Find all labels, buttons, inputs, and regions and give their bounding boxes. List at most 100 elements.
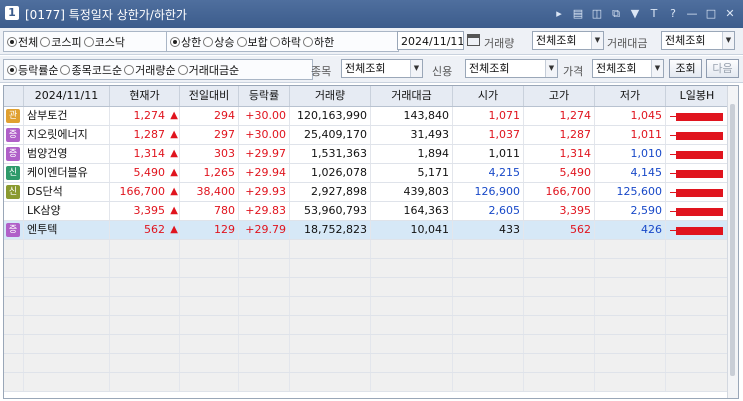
header-volume[interactable]: 거래량 [290, 86, 371, 106]
header-date[interactable]: 2024/11/11 [24, 86, 110, 106]
cell-change [180, 335, 239, 353]
radio-dot-icon [7, 36, 17, 47]
chevron-down-icon[interactable]: ▼ [651, 60, 663, 77]
amount-select[interactable]: 전체조회 ▼ [661, 31, 735, 50]
header-rate[interactable]: 등락률 [239, 86, 290, 106]
limit-radio-rise[interactable]: 상승 [203, 34, 235, 50]
help-icon[interactable]: ? [666, 7, 680, 21]
date-input[interactable]: 2024/11/11 [397, 31, 464, 50]
cell-high [524, 259, 595, 277]
header-open[interactable]: 시가 [453, 86, 524, 106]
sort-radio-amount[interactable]: 거래대금순 [177, 62, 239, 78]
search-button[interactable]: 조회 [669, 59, 702, 78]
chevron-down-icon[interactable]: ▼ [591, 32, 603, 49]
header-price[interactable]: 현재가 [110, 86, 180, 106]
price-value: 3,395 [133, 204, 166, 217]
next-button[interactable]: 다음 [706, 59, 739, 78]
table-row-empty[interactable] [4, 278, 729, 297]
market-radio-all[interactable]: 전체 [7, 34, 38, 50]
cell-bar [666, 164, 729, 182]
up-arrow-icon: ▲ [170, 110, 178, 121]
cell-low [595, 278, 666, 296]
table-row[interactable]: 신 케이엔더블유 5,490 ▲ 1,265 +29.94 1,026,078 5,171 4,… [4, 164, 729, 183]
sort-radio-rate[interactable]: 등락률순 [7, 62, 58, 78]
cell-rate [239, 278, 290, 296]
header-daybar[interactable]: L일봉H [666, 86, 729, 106]
table-row-empty[interactable] [4, 335, 729, 354]
header-change[interactable]: 전일대비 [180, 86, 239, 106]
cell-price [110, 373, 180, 391]
close-icon[interactable]: ✕ [723, 7, 737, 21]
cell-open [453, 297, 524, 315]
table-row-empty[interactable] [4, 297, 729, 316]
daybar-candle [676, 208, 723, 216]
table-row-empty[interactable] [4, 259, 729, 278]
vertical-scrollbar[interactable] [727, 86, 738, 398]
volume-value: 1,026,078 [311, 166, 367, 179]
limit-radio-lower[interactable]: 하한 [303, 34, 334, 50]
volume-value: 53,960,793 [304, 204, 367, 217]
cell-open [453, 354, 524, 372]
cell-name [24, 297, 110, 315]
pin-icon[interactable]: ▼ [628, 7, 642, 21]
chevron-down-icon[interactable]: ▼ [410, 60, 422, 77]
cell-change: 294 [180, 107, 239, 125]
header-amount[interactable]: 거래대금 [371, 86, 453, 106]
link-icon[interactable]: ⧉ [609, 7, 623, 21]
cell-change [180, 354, 239, 372]
volume-select[interactable]: 전체조회 ▼ [532, 31, 604, 50]
credit-select[interactable]: 전체조회 ▼ [465, 59, 558, 78]
amount-label: 거래대금 [607, 37, 648, 50]
table-row[interactable]: LK삼양 3,395 ▲ 780 +29.83 53,960,793 164,363 2,60… [4, 202, 729, 221]
market-radio-kospi[interactable]: 코스피 [40, 34, 82, 50]
table-row[interactable]: 관 삼부토건 1,274 ▲ 294 +30.00 120,163,990 143,840 1,… [4, 107, 729, 126]
expand-icon[interactable]: ▸ [552, 7, 566, 21]
scrollbar-thumb[interactable] [730, 104, 735, 376]
price-select[interactable]: 전체조회 ▼ [592, 59, 664, 78]
radio-dot-icon [60, 64, 71, 75]
up-arrow-icon: ▲ [170, 129, 178, 140]
limit-radio-upper[interactable]: 상한 [170, 34, 201, 50]
cell-change [180, 373, 239, 391]
table-row-empty[interactable] [4, 316, 729, 335]
cell-change: 297 [180, 126, 239, 144]
maximize-icon[interactable]: □ [704, 7, 718, 21]
table-row[interactable]: 증 범양건영 1,314 ▲ 303 +29.97 1,531,363 1,894 1,011 1… [4, 145, 729, 164]
table-row-empty[interactable] [4, 373, 729, 392]
window-title: [0177] 특정일자 상한가/하한가 [25, 8, 187, 22]
table-row[interactable]: 증 엔투텍 562 ▲ 129 +29.79 18,752,823 10,041 433 562 4… [4, 221, 729, 240]
high-value: 1,274 [559, 109, 592, 122]
header-high[interactable]: 고가 [524, 86, 595, 106]
minimize-icon[interactable]: — [685, 7, 699, 21]
cell-amount [371, 354, 453, 372]
cell-name [24, 240, 110, 258]
table-row-empty[interactable] [4, 354, 729, 373]
table-row[interactable]: 증 지오릿에너지 1,287 ▲ 297 +30.00 25,409,170 31,493 1,… [4, 126, 729, 145]
cell-rate: +29.79 [239, 221, 290, 239]
font-icon[interactable]: T [647, 7, 661, 21]
header-low[interactable]: 저가 [595, 86, 666, 106]
cell-open: 1,037 [453, 126, 524, 144]
high-value: 166,700 [545, 185, 592, 198]
cell-bar [666, 240, 729, 258]
item-select[interactable]: 전체조회 ▼ [341, 59, 423, 78]
cell-volume: 25,409,170 [290, 126, 371, 144]
limit-radio-flat[interactable]: 보합 [236, 34, 268, 50]
window-number-badge[interactable]: 1 [5, 6, 19, 20]
table-row-empty[interactable] [4, 240, 729, 259]
limit-radio-fall[interactable]: 하락 [269, 34, 301, 50]
sort-radio-volume[interactable]: 거래량순 [124, 62, 176, 78]
change-value: 38,400 [196, 185, 236, 198]
split-icon[interactable]: ◫ [590, 7, 604, 21]
cell-low [595, 335, 666, 353]
screen-icon[interactable]: ▤ [571, 7, 585, 21]
sort-radio-code[interactable]: 종목코드순 [60, 62, 122, 78]
table-row[interactable]: 신 DS단석 166,700 ▲ 38,400 +29.93 2,927,898 439,80… [4, 183, 729, 202]
calendar-icon[interactable] [467, 34, 480, 46]
chevron-down-icon[interactable]: ▼ [545, 60, 557, 77]
cell-open [453, 373, 524, 391]
chevron-down-icon[interactable]: ▼ [722, 32, 734, 49]
change-value: 294 [214, 109, 235, 122]
market-radio-kosdaq[interactable]: 코스닥 [83, 34, 125, 50]
status-badge: 신 [6, 166, 20, 180]
